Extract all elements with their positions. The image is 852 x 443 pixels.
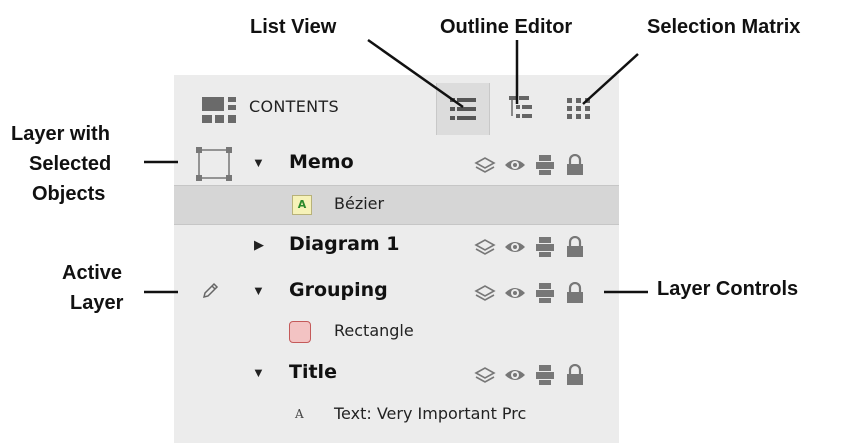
panel-header: CONTENTS [174,75,619,143]
tab-outline-editor[interactable] [494,83,546,135]
expand-triangle-icon[interactable]: ▼ [252,155,265,170]
annotation-layer-selected-2: Selected [29,153,112,175]
eye-icon[interactable] [504,364,526,386]
tab-list-view[interactable] [436,83,490,135]
object-name: Bézier [334,194,385,213]
layer-controls [474,282,594,304]
panel-title: CONTENTS [249,97,339,116]
lock-icon[interactable] [564,154,586,176]
selected-objects-indicator-icon [196,147,232,181]
layer-row-diagram-1[interactable]: ▶ Diagram 1 [174,225,619,267]
list-view-icon [450,98,476,120]
printer-icon[interactable] [534,154,556,176]
layer-name: Title [289,361,337,383]
layers-icon[interactable] [474,236,496,258]
layer-name: Memo [289,151,354,173]
tab-selection-matrix[interactable] [554,83,606,135]
text-a-badge-icon: A [292,195,312,215]
layer-controls [474,154,594,176]
expand-triangle-icon[interactable]: ▼ [252,365,265,380]
outline-editor-icon [507,96,533,122]
lock-icon[interactable] [564,236,586,258]
pencil-icon [201,282,219,300]
annotation-layer-selected-3: Objects [32,183,106,205]
eye-icon[interactable] [504,236,526,258]
expand-triangle-icon[interactable]: ▼ [252,283,265,298]
object-name: Rectangle [334,321,414,340]
contents-icon [202,97,236,123]
text-a-icon: A [295,407,304,421]
eye-icon[interactable] [504,154,526,176]
layer-controls [474,364,594,386]
eye-icon[interactable] [504,282,526,304]
annotation-outline-editor: Outline Editor [440,16,573,38]
object-row-rectangle[interactable]: Rectangle [174,313,619,353]
printer-icon[interactable] [534,364,556,386]
layers-icon[interactable] [474,364,496,386]
layer-row-grouping[interactable]: ▼ Grouping [174,271,619,313]
lock-icon[interactable] [564,364,586,386]
object-row-text[interactable]: A Text: Very Important Prc [174,395,619,435]
layers-icon[interactable] [474,154,496,176]
selection-matrix-icon [567,98,591,120]
annotation-active-layer-1: Active [62,262,123,284]
annotation-selection-matrix: Selection Matrix [647,16,801,38]
layers-icon[interactable] [474,282,496,304]
lock-icon[interactable] [564,282,586,304]
layer-controls [474,236,594,258]
layer-row-memo[interactable]: ▼ Memo [174,143,619,185]
contents-panel: CONTENTS ▼ Memo A Bézier ▶ Diagram 1 ▼ G… [174,75,619,443]
rounded-rect-icon [289,321,311,343]
collapsed-triangle-icon[interactable]: ▶ [254,237,264,253]
layer-name: Diagram 1 [289,233,400,255]
object-row-bezier[interactable]: A Bézier [174,185,619,225]
annotation-active-layer-2: Layer [70,292,124,314]
layer-name: Grouping [289,279,388,301]
layer-row-title[interactable]: ▼ Title [174,353,619,395]
annotation-list-view: List View [250,16,337,38]
annotation-layer-selected-1: Layer with [11,123,110,145]
object-name: Text: Very Important Prc [334,404,527,423]
annotation-layer-controls: Layer Controls [657,278,799,300]
printer-icon[interactable] [534,236,556,258]
printer-icon[interactable] [534,282,556,304]
